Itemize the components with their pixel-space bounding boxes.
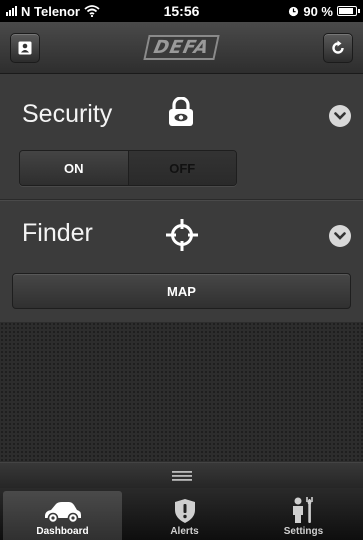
chevron-down-icon [334, 112, 346, 120]
tab-alerts[interactable]: Alerts [125, 488, 244, 540]
crosshair-icon [165, 218, 199, 257]
security-section: Security ON OFF [0, 74, 363, 200]
status-right: 90 % [288, 3, 360, 19]
tab-dashboard-label: Dashboard [36, 526, 89, 537]
status-bar: N Telenor 15:56 90 % [0, 0, 363, 22]
status-left: N Telenor [6, 4, 100, 19]
battery-icon [337, 6, 360, 16]
tab-alerts-label: Alerts [170, 526, 199, 537]
defa-logo: DEFA [143, 35, 220, 60]
nav-bar: DEFA [0, 22, 363, 74]
empty-content-area [0, 322, 363, 462]
refresh-button[interactable] [323, 32, 353, 63]
wifi-icon [84, 5, 100, 17]
security-toggle: ON OFF [19, 150, 237, 186]
security-title: Security [22, 100, 113, 128]
drawer-handle[interactable] [0, 462, 363, 488]
security-expand-button[interactable] [329, 105, 351, 127]
carrier-name: N Telenor [21, 3, 80, 19]
profile-button[interactable] [10, 32, 40, 63]
finder-title: Finder [22, 219, 93, 247]
alarm-clock-icon [289, 6, 299, 16]
tab-dashboard[interactable]: Dashboard [3, 491, 122, 540]
security-off-button[interactable]: OFF [128, 151, 236, 185]
tab-settings[interactable]: Settings [244, 488, 363, 540]
car-icon [43, 494, 83, 524]
contact-card-icon [18, 41, 32, 54]
finder-expand-button[interactable] [329, 225, 351, 247]
padlock-icon [167, 96, 195, 132]
chevron-down-icon [334, 232, 346, 240]
battery-fill [339, 8, 354, 14]
tab-settings-label: Settings [283, 526, 324, 537]
finder-section: Finder MAP [0, 200, 363, 322]
security-on-button[interactable]: ON [20, 151, 129, 185]
shield-alert-icon [174, 494, 196, 524]
refresh-icon [332, 40, 344, 54]
signal-icon [6, 6, 17, 16]
battery-percent: 90 % [303, 3, 333, 19]
person-wrench-icon [290, 494, 318, 524]
map-button[interactable]: MAP [12, 273, 351, 309]
tab-bar: Dashboard Alerts Settings [0, 488, 363, 540]
menu-lines-icon [171, 470, 192, 481]
